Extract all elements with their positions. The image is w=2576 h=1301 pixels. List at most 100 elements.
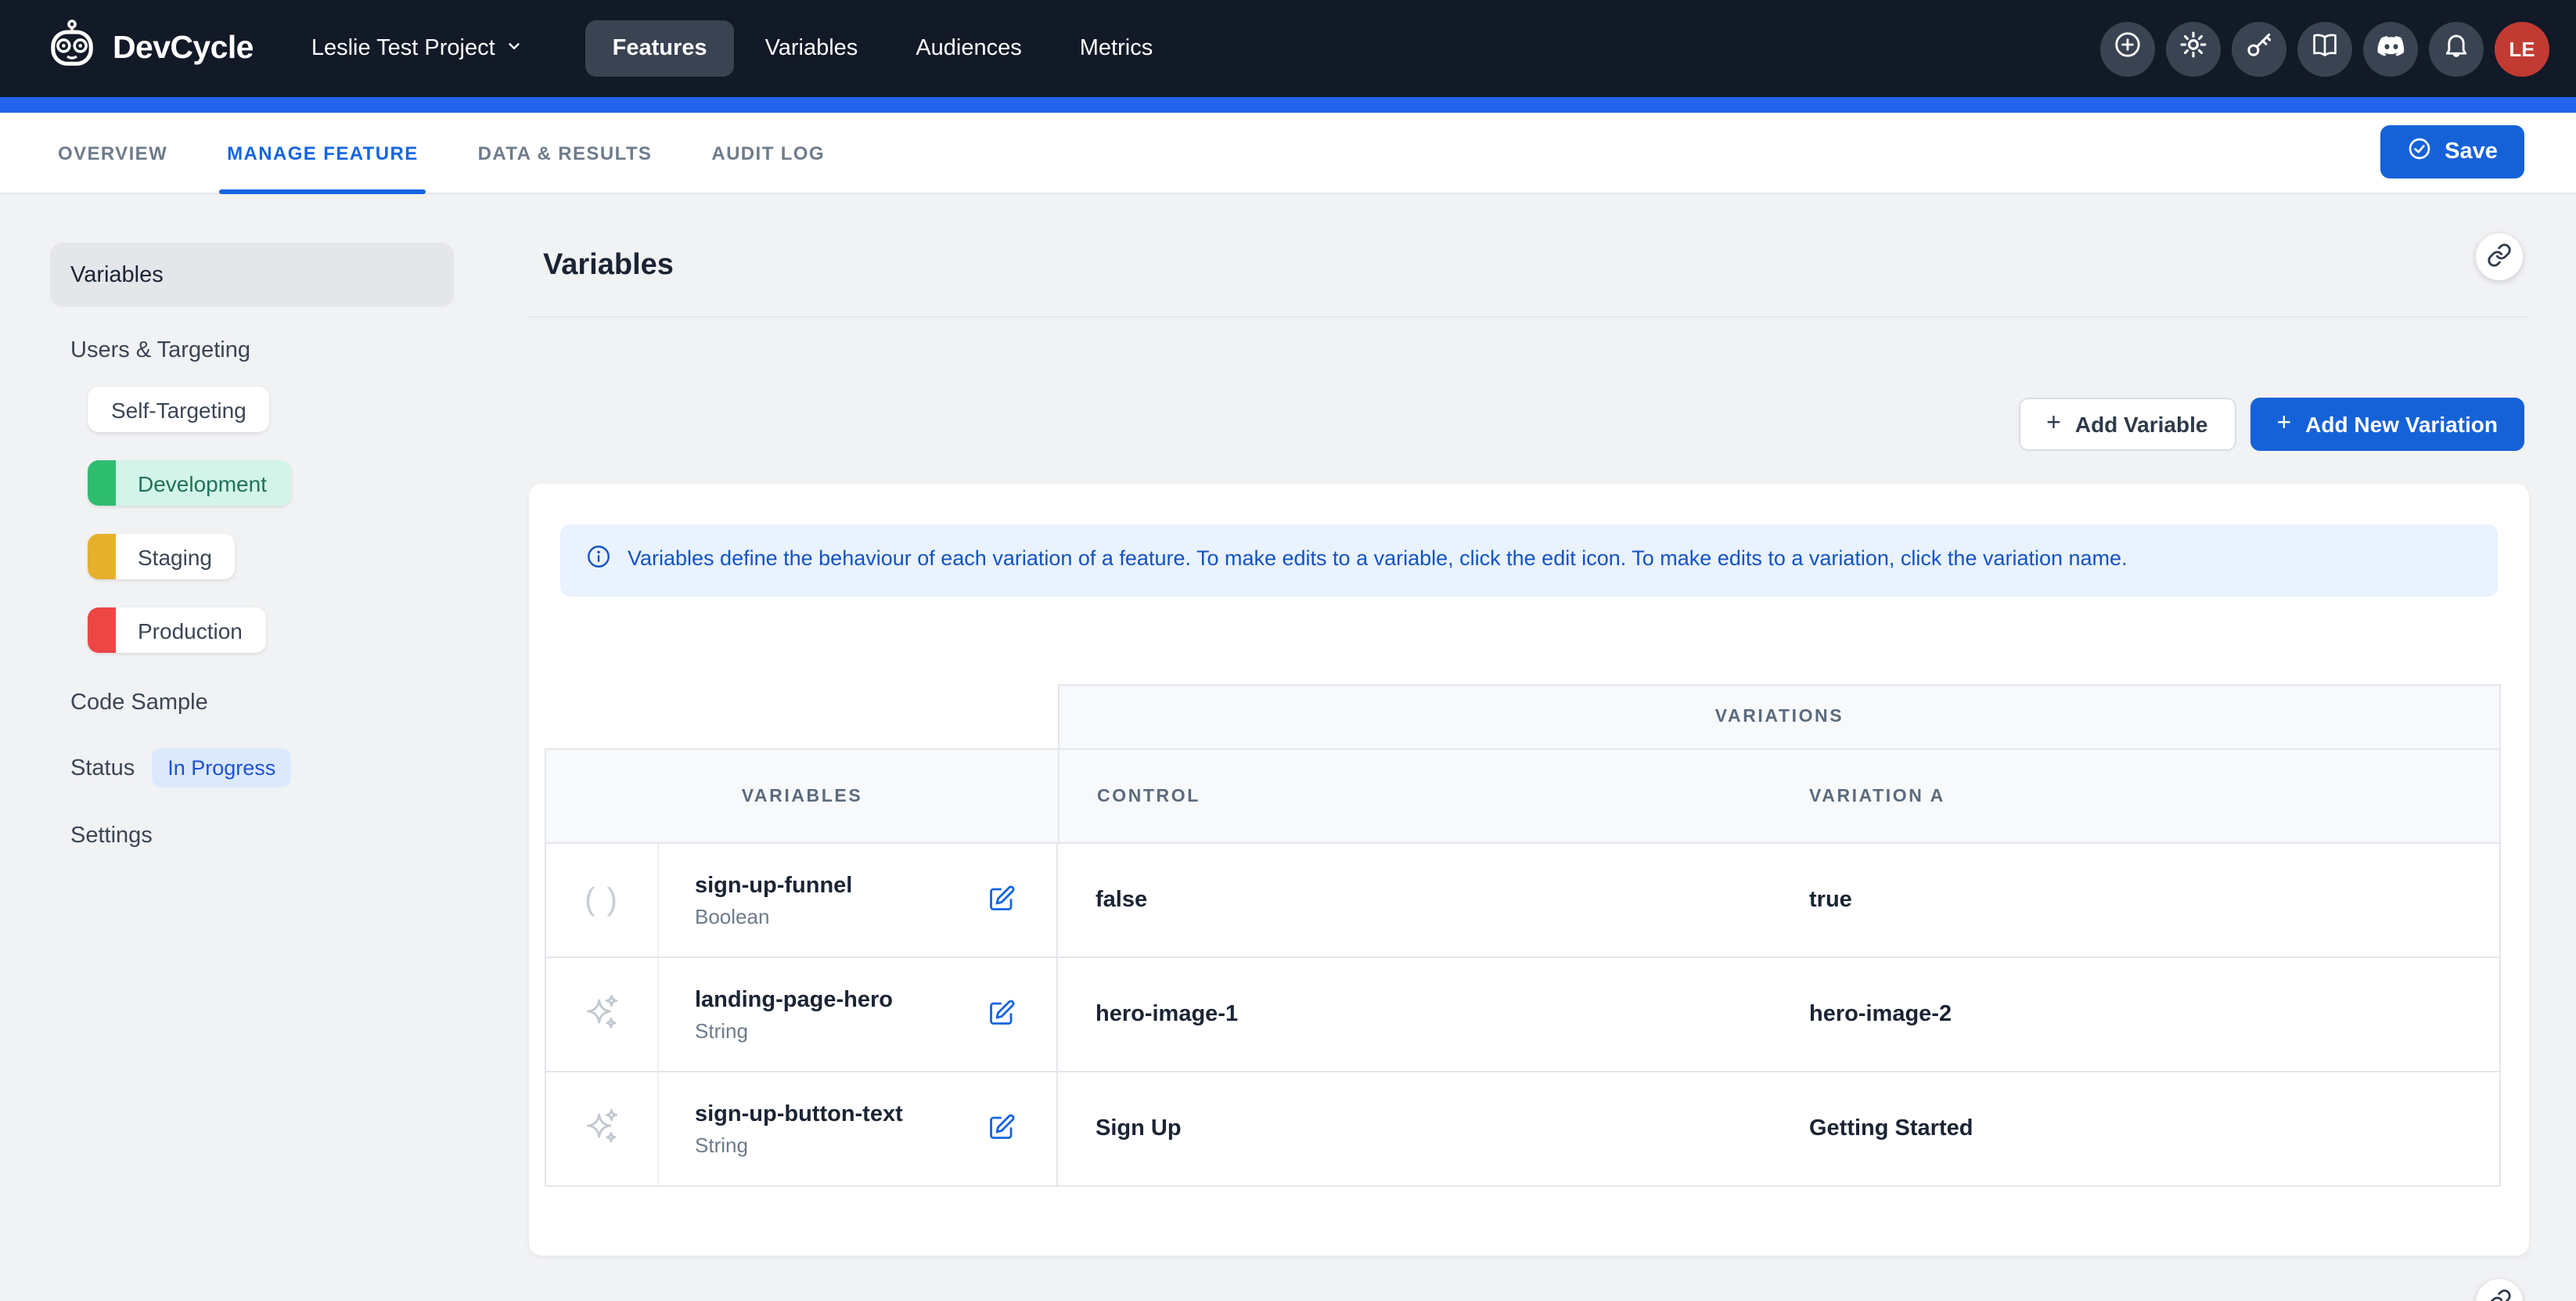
main-area: Variables Users & Targeting Self-Targeti… bbox=[0, 194, 2576, 1301]
top-nav: DevCycle Leslie Test Project Features Va… bbox=[0, 0, 2576, 97]
nav-utilities: LE bbox=[2100, 21, 2549, 76]
sidebar-item-code-sample[interactable]: Code Sample bbox=[50, 690, 516, 715]
section-header: Variables bbox=[529, 194, 2529, 318]
nav-item-variables[interactable]: Variables bbox=[739, 20, 885, 77]
sidebar-item-production[interactable]: Production bbox=[88, 607, 266, 653]
docs-button[interactable] bbox=[2297, 21, 2352, 76]
control-value-cell: hero-image-1 bbox=[1058, 958, 1772, 1072]
feature-tabbar: OVERVIEW MANAGE FEATURE DATA & RESULTS A… bbox=[0, 113, 2576, 194]
notifications-button[interactable] bbox=[2429, 21, 2484, 76]
boolean-type-icon: ( ) bbox=[585, 882, 619, 918]
tab-overview[interactable]: OVERVIEW bbox=[58, 113, 167, 193]
production-label: Production bbox=[138, 618, 243, 643]
development-label: Development bbox=[138, 470, 267, 496]
edit-pencil-icon bbox=[988, 998, 1016, 1031]
edit-variable-button[interactable] bbox=[988, 998, 1016, 1031]
create-new-button[interactable] bbox=[2100, 21, 2155, 76]
nav-item-metrics[interactable]: Metrics bbox=[1053, 20, 1179, 77]
app-window: DevCycle Leslie Test Project Features Va… bbox=[0, 0, 2576, 1301]
sparkles-icon bbox=[581, 990, 622, 1039]
save-button[interactable]: Save bbox=[2380, 125, 2524, 178]
content-panel: Variables + Add Variable + Add New Varia… bbox=[516, 194, 2576, 1301]
chevron-down-icon bbox=[506, 36, 523, 61]
tab-manage-feature[interactable]: MANAGE FEATURE bbox=[227, 113, 419, 193]
brand-name: DevCycle bbox=[113, 30, 254, 67]
table-corner-spacer bbox=[545, 684, 1058, 748]
sparkles-icon bbox=[581, 1105, 622, 1153]
variable-type: Boolean bbox=[695, 901, 852, 931]
save-label: Save bbox=[2445, 139, 2498, 164]
tab-audit-log[interactable]: AUDIT LOG bbox=[711, 113, 825, 193]
edit-variable-button[interactable] bbox=[988, 1112, 1016, 1145]
control-value-cell: false bbox=[1058, 844, 1772, 958]
production-env-color bbox=[88, 607, 116, 653]
variables-card: Variables define the behaviour of each v… bbox=[529, 484, 2529, 1256]
settings-button[interactable] bbox=[2166, 21, 2221, 76]
discord-button[interactable] bbox=[2363, 21, 2418, 76]
tab-data-results[interactable]: DATA & RESULTS bbox=[478, 113, 653, 193]
info-banner: Variables define the behaviour of each v… bbox=[560, 524, 2498, 596]
project-name: Leslie Test Project bbox=[311, 36, 495, 61]
variable-type-cell: ( ) bbox=[545, 844, 659, 958]
edit-variable-button[interactable] bbox=[988, 884, 1016, 917]
primary-nav: Features Variables Audiences Metrics bbox=[586, 20, 1180, 77]
variation-a-value-cell: hero-image-2 bbox=[1772, 958, 2501, 1072]
nav-item-features[interactable]: Features bbox=[586, 20, 734, 77]
accent-bar bbox=[0, 97, 2576, 113]
api-keys-button[interactable] bbox=[2232, 21, 2286, 76]
sidebar-item-variables[interactable]: Variables bbox=[50, 243, 454, 307]
book-icon bbox=[2310, 30, 2340, 67]
variation-a-value-cell: true bbox=[1772, 844, 2501, 958]
sidebar-item-development[interactable]: Development bbox=[88, 460, 290, 506]
page-title: Variables bbox=[529, 249, 2529, 283]
control-value-cell: Sign Up bbox=[1058, 1072, 1772, 1187]
feature-sidebar: Variables Users & Targeting Self-Targeti… bbox=[0, 194, 516, 1301]
plus-circle-icon bbox=[2113, 30, 2142, 67]
nav-item-audiences[interactable]: Audiences bbox=[889, 20, 1048, 77]
sidebar-item-self-targeting[interactable]: Self-Targeting bbox=[88, 387, 270, 432]
column-header-control: CONTROL bbox=[1058, 748, 1772, 844]
status-label: Status bbox=[70, 755, 135, 780]
variable-type: String bbox=[695, 1015, 893, 1045]
project-selector[interactable]: Leslie Test Project bbox=[311, 36, 523, 61]
plus-icon: + bbox=[2276, 410, 2291, 438]
staging-env-color bbox=[88, 534, 116, 579]
column-header-variables: VARIABLES bbox=[545, 748, 1058, 844]
sidebar-item-staging[interactable]: Staging bbox=[88, 534, 236, 579]
bell-icon bbox=[2441, 30, 2471, 67]
edit-pencil-icon bbox=[988, 884, 1016, 917]
variable-name-cell: landing-page-hero String bbox=[659, 958, 1058, 1072]
variable-name-cell: sign-up-funnel Boolean bbox=[659, 844, 1058, 958]
plus-icon: + bbox=[2046, 410, 2061, 438]
edit-pencil-icon bbox=[988, 1112, 1016, 1145]
section-link-button[interactable] bbox=[2476, 233, 2523, 280]
link-icon bbox=[2487, 242, 2512, 272]
add-new-variation-label: Add New Variation bbox=[2305, 412, 2498, 437]
status-badge: In Progress bbox=[152, 748, 291, 787]
key-icon bbox=[2244, 30, 2274, 67]
sidebar-item-status[interactable]: Status In Progress bbox=[50, 748, 516, 787]
variable-name-cell: sign-up-button-text String bbox=[659, 1072, 1058, 1187]
add-variable-label: Add Variable bbox=[2075, 412, 2208, 437]
development-env-color bbox=[88, 460, 116, 506]
check-circle-icon bbox=[2407, 136, 2432, 168]
variation-a-value-cell: Getting Started bbox=[1772, 1072, 2501, 1187]
sidebar-item-users-targeting[interactable]: Users & Targeting bbox=[50, 338, 516, 363]
add-variable-button[interactable]: + Add Variable bbox=[2018, 398, 2236, 451]
variable-type-cell bbox=[545, 1072, 659, 1187]
gear-icon bbox=[2178, 30, 2208, 67]
variable-type: String bbox=[695, 1130, 903, 1159]
devcycle-logo[interactable]: DevCycle bbox=[45, 18, 254, 79]
header-divider bbox=[529, 316, 2529, 318]
devcycle-robot-icon bbox=[45, 18, 99, 79]
sidebar-item-settings[interactable]: Settings bbox=[50, 823, 516, 849]
variable-name: sign-up-button-text bbox=[695, 1098, 903, 1130]
add-new-variation-button[interactable]: + Add New Variation bbox=[2250, 398, 2524, 451]
column-header-variation-a: VARIATION A bbox=[1772, 748, 2501, 844]
variations-group-header: VARIATIONS bbox=[1058, 684, 2501, 748]
variable-type-cell bbox=[545, 958, 659, 1072]
user-avatar[interactable]: LE bbox=[2495, 21, 2549, 76]
discord-icon bbox=[2375, 29, 2406, 68]
variable-name: landing-page-hero bbox=[695, 984, 893, 1015]
environment-list: Self-Targeting Development Staging Produ… bbox=[88, 363, 516, 653]
